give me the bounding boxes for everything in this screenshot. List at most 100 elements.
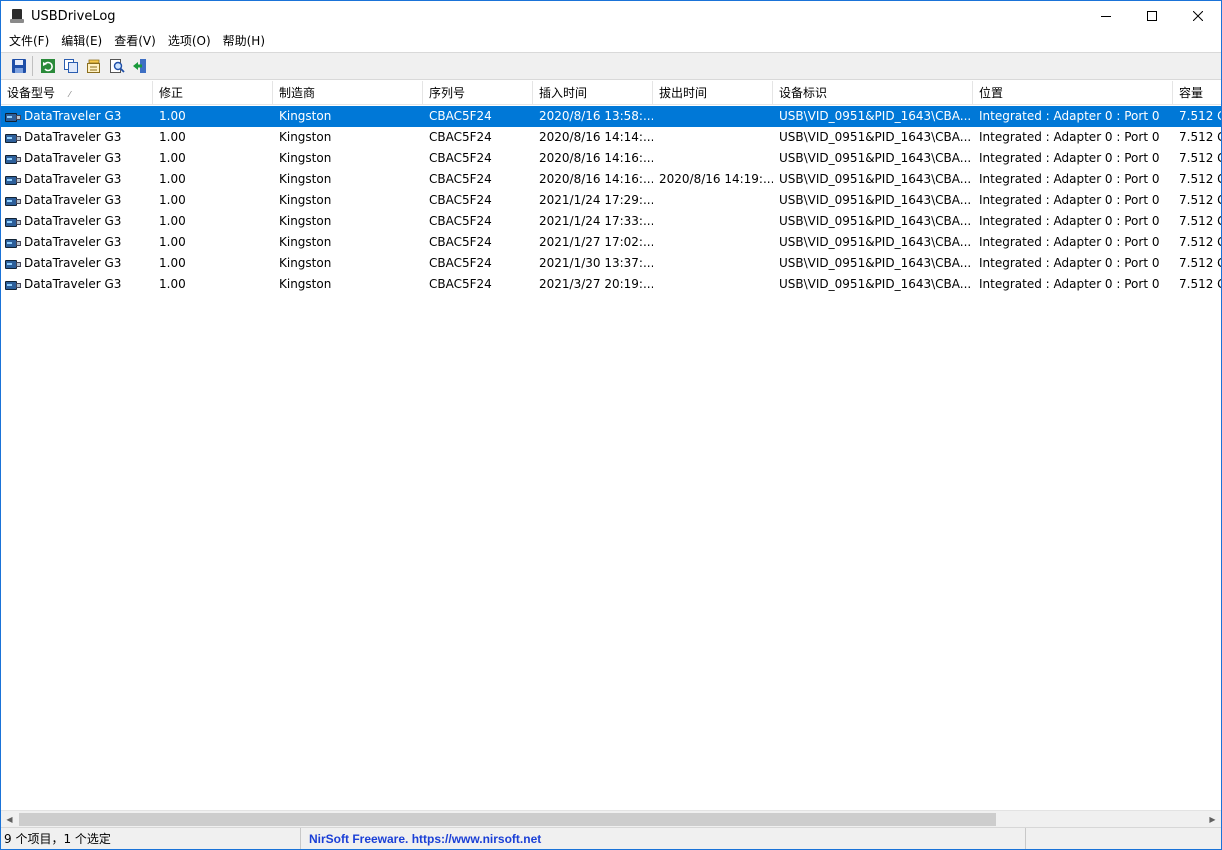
cell-manufacturer: Kingston [279, 214, 332, 228]
usb-log-list[interactable]: 设备型号 ⁄ 修正 制造商 序列号 插入时间 拔出时间 设备标识 位置 容量 Da… [1, 81, 1221, 810]
cell-capacity: 7.512 G [1179, 277, 1221, 291]
cell-revision: 1.00 [159, 109, 186, 123]
status-item-count: 9 个项目，1 个选定 [1, 827, 301, 849]
nirsoft-link[interactable]: NirSoft Freeware. https://www.nirsoft.ne… [301, 827, 1026, 849]
cell-serial: CBAC5F24 [429, 277, 492, 291]
table-row[interactable]: DataTraveler G3 1.00 Kingston CBAC5F24 2… [1, 106, 1221, 127]
table-row[interactable]: DataTraveler G3 1.00 Kingston CBAC5F24 2… [1, 148, 1221, 169]
scrollbar-thumb[interactable] [19, 813, 996, 826]
minimize-button[interactable] [1083, 1, 1129, 31]
cell-serial: CBAC5F24 [429, 193, 492, 207]
cell-revision: 1.00 [159, 193, 186, 207]
column-header-manufacturer[interactable]: 制造商 [273, 81, 423, 105]
cell-insert-time: 2021/1/24 17:33:... [539, 214, 653, 228]
cell-device-id: USB\VID_0951&PID_1643\CBA... [779, 172, 972, 186]
table-row[interactable]: DataTraveler G3 1.00 Kingston CBAC5F24 2… [1, 169, 1221, 190]
table-row[interactable]: DataTraveler G3 1.00 Kingston CBAC5F24 2… [1, 274, 1221, 295]
usb-drive-icon [5, 216, 21, 228]
cell-remove-time [653, 148, 773, 169]
cell-location: Integrated : Adapter 0 : Port 0 [979, 130, 1160, 144]
cell-device-id: USB\VID_0951&PID_1643\CBA... [779, 193, 972, 207]
cell-device-id: USB\VID_0951&PID_1643\CBA... [779, 109, 972, 123]
cell-capacity: 7.512 G [1179, 151, 1221, 165]
properties-button[interactable] [82, 55, 105, 77]
cell-revision: 1.00 [159, 277, 186, 291]
cell-device-model: DataTraveler G3 [1, 169, 153, 190]
find-button[interactable] [105, 55, 128, 77]
cell-remove-time [653, 253, 773, 274]
cell-location: Integrated : Adapter 0 : Port 0 [979, 256, 1160, 270]
refresh-button[interactable] [36, 55, 59, 77]
cell-device-model: DataTraveler G3 [1, 232, 153, 253]
column-header-revision[interactable]: 修正 [153, 81, 273, 105]
column-header-device-model[interactable]: 设备型号 ⁄ [1, 81, 153, 105]
save-button[interactable] [7, 55, 30, 77]
cell-manufacturer: Kingston [279, 235, 332, 249]
column-header-location[interactable]: 位置 [973, 81, 1173, 105]
cell-insert-time: 2021/1/24 17:29:... [539, 193, 653, 207]
close-button[interactable] [1175, 1, 1221, 31]
cell-remove-time: 2020/8/16 14:19:... [659, 172, 773, 186]
column-header-row: 设备型号 ⁄ 修正 制造商 序列号 插入时间 拔出时间 设备标识 位置 容量 [1, 81, 1221, 105]
column-header-device-id[interactable]: 设备标识 [773, 81, 973, 105]
column-header-remove-time[interactable]: 拔出时间 [653, 81, 773, 105]
cell-device-model: DataTraveler G3 [1, 274, 153, 295]
cell-manufacturer: Kingston [279, 172, 332, 186]
usb-drive-icon [5, 132, 21, 144]
app-window: USBDriveLog 文件(F) 编辑(E) 查看(V) 选项(O) 帮助(H… [0, 0, 1222, 850]
scroll-right-button[interactable]: ▶ [1204, 811, 1221, 828]
menu-view[interactable]: 查看(V) [108, 31, 162, 52]
cell-location: Integrated : Adapter 0 : Port 0 [979, 235, 1160, 249]
cell-capacity: 7.512 G [1179, 256, 1221, 270]
close-icon [1193, 11, 1203, 21]
cell-device-model: DataTraveler G3 [1, 148, 153, 169]
scroll-left-button[interactable]: ◀ [1, 811, 18, 828]
column-header-capacity[interactable]: 容量 [1173, 81, 1221, 105]
cell-manufacturer: Kingston [279, 277, 332, 291]
menu-bar: 文件(F) 编辑(E) 查看(V) 选项(O) 帮助(H) [1, 31, 1221, 52]
cell-device-model: DataTraveler G3 [1, 211, 153, 232]
table-row[interactable]: DataTraveler G3 1.00 Kingston CBAC5F24 2… [1, 253, 1221, 274]
maximize-icon [1147, 11, 1157, 21]
usb-drive-app-icon [9, 8, 25, 24]
table-row[interactable]: DataTraveler G3 1.00 Kingston CBAC5F24 2… [1, 211, 1221, 232]
cell-location: Integrated : Adapter 0 : Port 0 [979, 214, 1160, 228]
rows-container: DataTraveler G3 1.00 Kingston CBAC5F24 2… [1, 106, 1221, 295]
copy-button[interactable] [59, 55, 82, 77]
table-row[interactable]: DataTraveler G3 1.00 Kingston CBAC5F24 2… [1, 127, 1221, 148]
cell-insert-time: 2020/8/16 14:16:... [539, 151, 653, 165]
usb-drive-icon [5, 237, 21, 249]
table-row[interactable]: DataTraveler G3 1.00 Kingston CBAC5F24 2… [1, 190, 1221, 211]
window-title: USBDriveLog [31, 8, 116, 24]
cell-insert-time: 2020/8/16 13:58:... [539, 109, 653, 123]
usb-drive-icon [5, 153, 21, 165]
title-bar[interactable]: USBDriveLog [1, 1, 1221, 31]
chevron-left-icon: ◀ [6, 815, 13, 824]
chevron-right-icon: ▶ [1209, 815, 1216, 824]
cell-device-id: USB\VID_0951&PID_1643\CBA... [779, 214, 972, 228]
column-header-serial[interactable]: 序列号 [423, 81, 533, 105]
maximize-button[interactable] [1129, 1, 1175, 31]
horizontal-scrollbar[interactable]: ◀ ▶ [1, 810, 1221, 827]
menu-options[interactable]: 选项(O) [162, 31, 217, 52]
status-empty-panel [1026, 828, 1221, 850]
cell-device-model: DataTraveler G3 [1, 106, 153, 127]
cell-capacity: 7.512 G [1179, 193, 1221, 207]
cell-serial: CBAC5F24 [429, 214, 492, 228]
exit-button[interactable] [128, 55, 151, 77]
cell-manufacturer: Kingston [279, 130, 332, 144]
cell-manufacturer: Kingston [279, 193, 332, 207]
usb-drive-icon [5, 279, 21, 291]
cell-device-model: DataTraveler G3 [1, 190, 153, 211]
table-row[interactable]: DataTraveler G3 1.00 Kingston CBAC5F24 2… [1, 232, 1221, 253]
cell-revision: 1.00 [159, 130, 186, 144]
cell-capacity: 7.512 G [1179, 235, 1221, 249]
cell-location: Integrated : Adapter 0 : Port 0 [979, 109, 1160, 123]
cell-serial: CBAC5F24 [429, 130, 492, 144]
menu-edit[interactable]: 编辑(E) [55, 31, 108, 52]
column-header-insert-time[interactable]: 插入时间 [533, 81, 653, 105]
cell-device-model: DataTraveler G3 [1, 253, 153, 274]
menu-help[interactable]: 帮助(H) [217, 31, 271, 52]
menu-file[interactable]: 文件(F) [3, 31, 55, 52]
cell-manufacturer: Kingston [279, 151, 332, 165]
